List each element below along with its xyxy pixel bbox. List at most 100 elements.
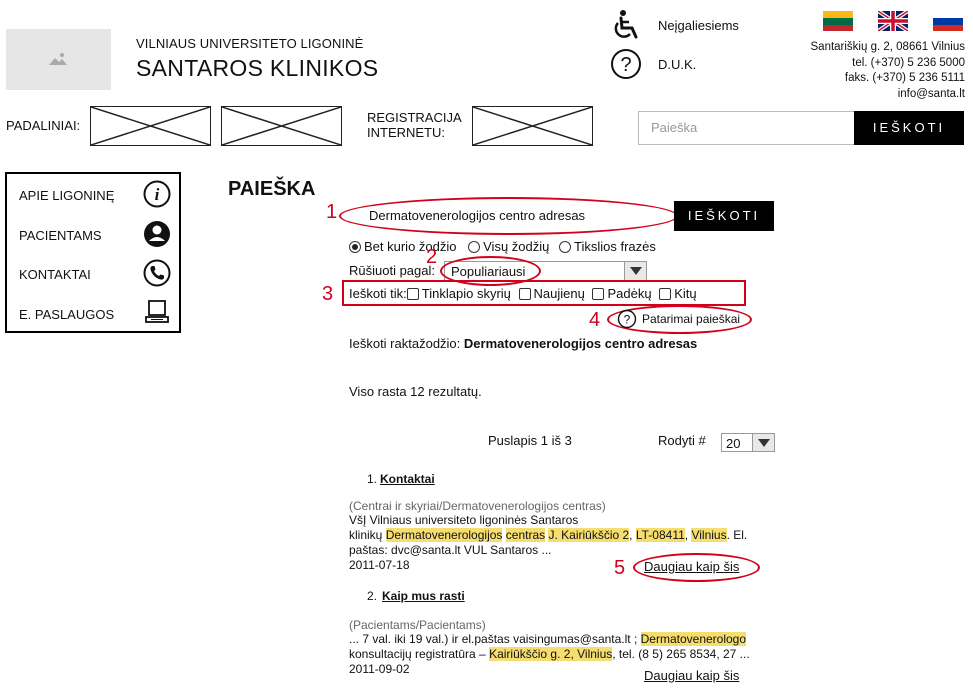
radio[interactable] — [559, 241, 571, 253]
page-size-label: Rodyti # — [658, 433, 706, 448]
result-2-more-link[interactable]: Daugiau kaip šis — [644, 668, 739, 683]
phone-icon[interactable] — [143, 259, 171, 287]
filter-sections[interactable]: Tinklapio skyrių — [406, 286, 511, 301]
search-submit-button[interactable]: IEŠKOTI — [674, 201, 774, 231]
annotation-3: 3 — [322, 283, 334, 305]
highlight: centras — [505, 528, 546, 542]
result-2-title-link[interactable]: Kaip mus rasti — [382, 589, 465, 603]
highlight: Dermatovenerologo — [640, 632, 747, 646]
keyword-value: Dermatovenerologijos centro adresas — [463, 336, 698, 351]
mode-exact-phrase[interactable]: Tikslios frazės — [559, 239, 656, 254]
checkbox[interactable] — [592, 288, 605, 300]
keyword-label: Ieškoti raktažodžio: — [349, 336, 461, 351]
result-1-path: (Centrai ir skyriai/Dermatovenerologijos… — [349, 499, 606, 513]
faq-link[interactable]: D.U.K. — [658, 57, 696, 72]
highlight: J. Kairiūkščio 2 — [548, 528, 630, 542]
sidebar: APIE LIGONINĘ i PACIENTAMS KONTAKTAI E. … — [5, 172, 181, 333]
filter-thanks-label: Padėkų — [607, 286, 652, 301]
result-1-line-1: VšĮ Vilniaus universiteto ligoninės Sant… — [349, 513, 579, 527]
annotation-2: 2 — [426, 246, 438, 268]
registration-label-line2: INTERNETU: — [367, 125, 445, 140]
svg-text:?: ? — [620, 54, 631, 76]
svg-text:i: i — [155, 185, 160, 204]
page-title: PAIEŠKA — [228, 178, 316, 200]
search-tips-link[interactable]: Patarimai paieškai — [642, 312, 740, 326]
annotation-ellipse-query — [339, 197, 678, 235]
address-email[interactable]: info@santa.lt — [765, 87, 965, 103]
faq-icon[interactable]: ? — [610, 48, 642, 80]
filter-news[interactable]: Naujienų — [518, 286, 585, 301]
mode-any-label: Bet kurio žodžio — [364, 239, 457, 254]
sidebar-item-contacts[interactable]: KONTAKTAI — [19, 267, 91, 282]
snippet-text: konsultacijų registratūra – — [349, 647, 490, 661]
annotation-4: 4 — [589, 309, 601, 331]
accessibility-link[interactable]: Neįgaliesiems — [658, 18, 739, 33]
header-search-input[interactable]: Paieška — [638, 111, 854, 145]
user-icon[interactable] — [143, 220, 171, 248]
org-subtitle: VILNIAUS UNIVERSITETO LIGONINĖ — [136, 36, 364, 51]
mode-exact-label: Tikslios frazės — [574, 239, 656, 254]
filter-group: Ieškoti tik: Tinklapio skyrių Naujienų Pa… — [349, 286, 697, 301]
result-1-line-2: klinikų Dermatovenerologijos centras J. … — [349, 528, 754, 543]
snippet-text: ... 7 val. iki 19 val.) ir el.paštas vai… — [349, 632, 641, 646]
pagination-info: Puslapis 1 iš 3 — [488, 433, 572, 448]
checkbox[interactable] — [406, 288, 419, 300]
result-1-title-link[interactable]: Kontaktai — [380, 472, 435, 486]
filter-label: Ieškoti tik: — [349, 286, 407, 301]
snippet-text: . El. — [726, 528, 748, 542]
filter-thanks[interactable]: Padėkų — [592, 286, 652, 301]
filter-other[interactable]: Kitų — [659, 286, 697, 301]
info-icon[interactable]: i — [143, 180, 171, 208]
page-size-value: 20 — [726, 436, 741, 451]
mode-all-words[interactable]: Visų žodžių — [468, 239, 549, 254]
result-count: Viso rasta 12 rezultatų. — [349, 384, 482, 399]
svg-text:?: ? — [624, 313, 631, 327]
result-1-more-link[interactable]: Daugiau kaip šis — [644, 559, 739, 574]
registration-label: REGISTRACIJA INTERNETU: — [367, 110, 462, 140]
header-search-button[interactable]: IEŠKOTI — [854, 111, 964, 145]
chevron-down-icon[interactable] — [752, 434, 774, 451]
org-name: SANTAROS KLINIKOS — [136, 55, 379, 81]
highlight: LT-08411 — [635, 528, 685, 542]
divisions-label: PADALINIAI: — [6, 118, 81, 133]
computer-icon[interactable] — [143, 298, 171, 326]
divisions-dropdown-placeholder-2[interactable] — [221, 106, 342, 146]
divisions-dropdown-placeholder[interactable] — [90, 106, 211, 146]
mode-any-words[interactable]: Bet kurio žodžio — [349, 239, 457, 254]
address-street: Santariškių g. 2, 08661 Vilnius — [810, 41, 966, 53]
snippet-text: klinikų — [349, 528, 386, 542]
help-icon[interactable]: ? — [617, 309, 637, 329]
address-tel: tel. (+370) 5 236 5000 — [852, 56, 965, 69]
registration-link-placeholder[interactable] — [472, 106, 593, 146]
logo-placeholder[interactable] — [6, 29, 111, 90]
annotation-5: 5 — [614, 557, 626, 579]
annotation-1: 1 — [326, 201, 338, 223]
highlight: Kairiūkščio g. 2, Vilnius — [489, 647, 613, 661]
wheelchair-icon[interactable] — [610, 9, 642, 41]
sidebar-item-about[interactable]: APIE LIGONINĘ — [19, 188, 114, 203]
sort-label: Rūšiuoti pagal: — [349, 263, 435, 278]
result-2-line-2: konsultacijų registratūra – Kairiūkščio … — [349, 647, 754, 662]
radio[interactable] — [468, 241, 481, 253]
image-icon — [49, 53, 67, 65]
checkbox[interactable] — [518, 288, 531, 300]
result-1-number: 1. — [367, 472, 378, 486]
checkbox[interactable] — [659, 288, 672, 300]
registration-label-line1: REGISTRACIJA — [367, 110, 462, 125]
chevron-down-icon[interactable] — [624, 262, 646, 280]
result-2-line-1: ... 7 val. iki 19 val.) ir el.paštas vai… — [349, 632, 754, 647]
lithuanian-flag-icon[interactable] — [823, 11, 853, 31]
snippet-text: , tel. (8 5) 265 8534, 27 ... — [612, 647, 750, 661]
sidebar-item-eservices[interactable]: E. PASLAUGOS — [19, 307, 114, 322]
russian-flag-icon[interactable] — [933, 11, 963, 31]
page-size-select[interactable]: 20 — [721, 433, 775, 452]
sidebar-item-patients[interactable]: PACIENTAMS — [19, 228, 102, 243]
snippet-text: , — [629, 528, 636, 542]
mode-all-label: Visų žodžių — [483, 239, 550, 254]
address-fax: faks. (+370) 5 236 5111 — [844, 72, 965, 84]
contact-address: Santariškių g. 2, 08661 Vilnius tel. (+3… — [765, 40, 966, 103]
search-mode-group: Bet kurio žodžio Visų žodžių Tikslios fr… — [349, 239, 656, 254]
uk-flag-icon[interactable] — [878, 11, 908, 31]
result-2-path: (Pacientams/Pacientams) — [349, 618, 486, 632]
radio-selected[interactable] — [349, 241, 361, 253]
